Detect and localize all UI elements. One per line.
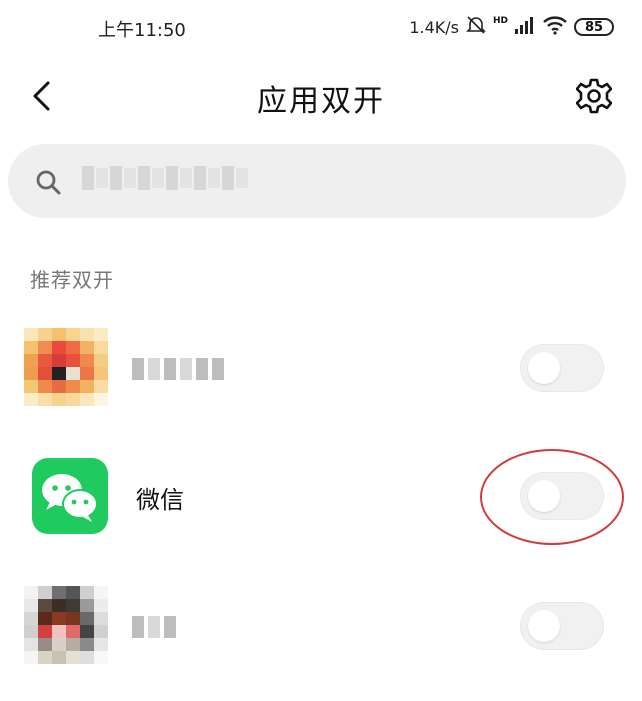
highlight-circle	[480, 449, 624, 545]
wechat-app-icon	[32, 458, 108, 534]
search-placeholder-blurred	[82, 166, 248, 190]
mute-bell-icon	[465, 14, 487, 40]
app-name-blurred	[132, 616, 176, 638]
app-icon	[24, 586, 108, 666]
battery-indicator: 85	[574, 18, 614, 36]
section-header: 推荐双开	[30, 268, 114, 292]
toggle-knob	[528, 352, 560, 384]
network-type: HD	[492, 16, 508, 26]
settings-button[interactable]	[574, 76, 614, 116]
status-bar: 上午11:50 1.4K/s HD 85	[0, 0, 642, 58]
battery-level: 85	[584, 19, 604, 35]
app-name-blurred	[132, 358, 224, 380]
toggle-knob	[528, 610, 560, 642]
dual-app-toggle[interactable]	[520, 344, 604, 392]
app-name: 微信	[136, 486, 184, 514]
status-icons: 1.4K/s HD 85	[409, 14, 614, 40]
page-title: 应用双开	[257, 84, 385, 119]
wifi-icon	[542, 15, 568, 39]
app-icon	[24, 328, 108, 408]
signal-icon	[514, 15, 536, 39]
network-speed: 1.4K/s	[409, 17, 459, 37]
app-row	[0, 320, 642, 416]
app-row	[0, 578, 642, 674]
gear-icon	[576, 78, 612, 114]
status-time: 上午11:50	[98, 20, 186, 41]
title-bar: 应用双开	[0, 58, 642, 134]
dual-app-toggle[interactable]	[520, 602, 604, 650]
search-icon	[36, 170, 61, 195]
